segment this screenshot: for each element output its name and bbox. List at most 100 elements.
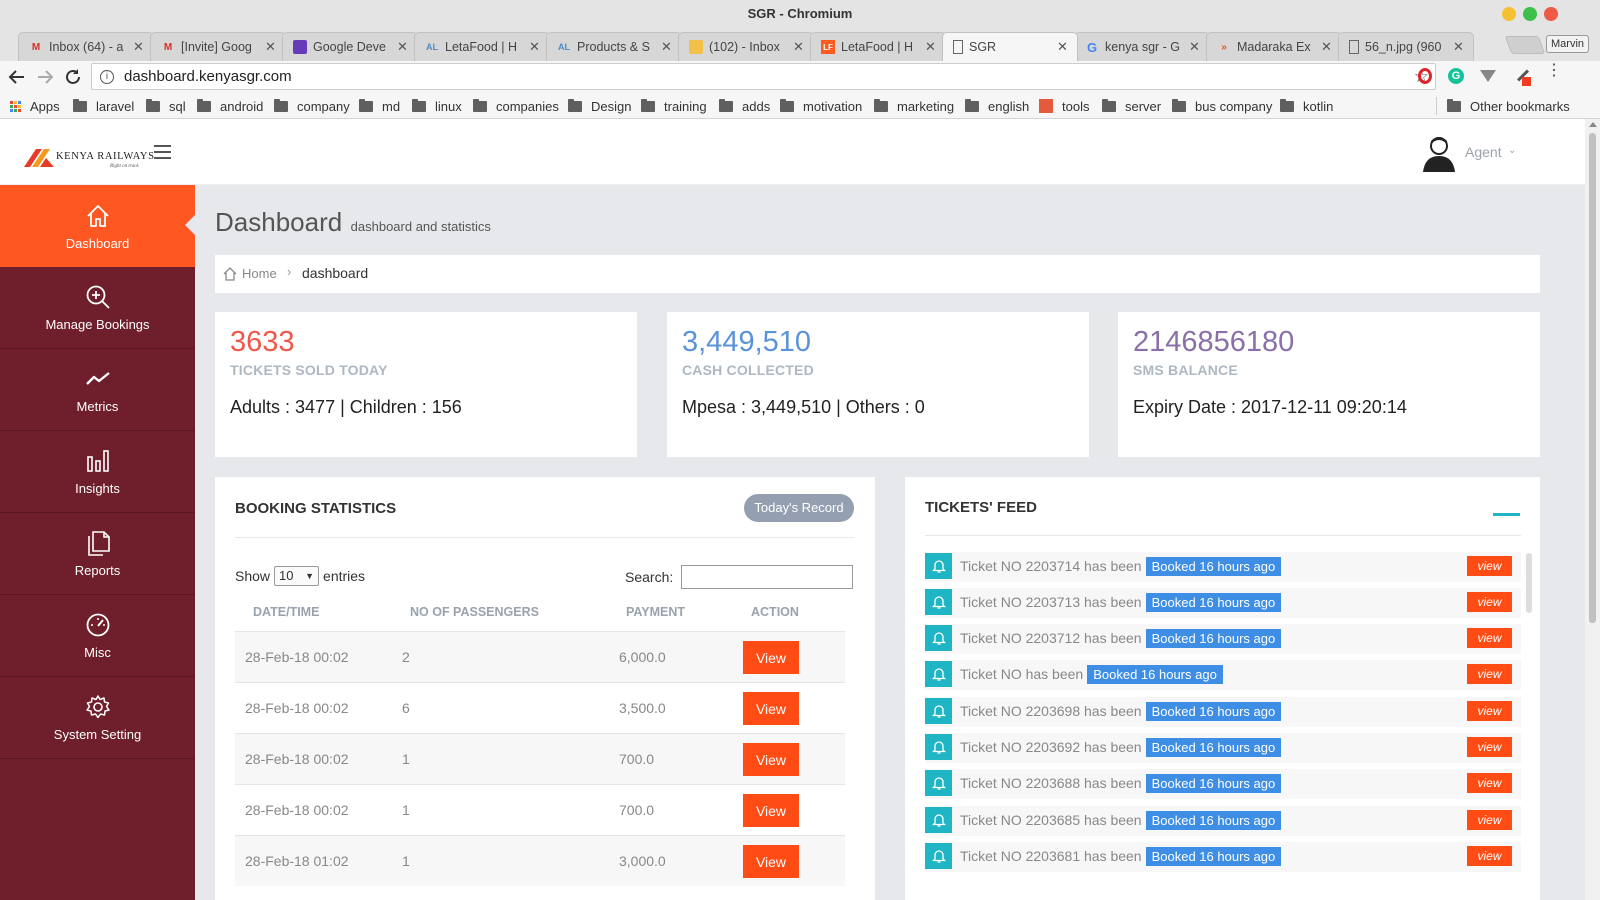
- browser-tab[interactable]: » Madaraka Ex ✕: [1206, 32, 1342, 61]
- close-tab-icon[interactable]: ✕: [925, 39, 937, 55]
- close-tab-icon[interactable]: ✕: [793, 39, 805, 55]
- forward-icon[interactable]: [36, 68, 54, 86]
- scrollbar-thumb[interactable]: [1589, 133, 1596, 623]
- feed-view-button[interactable]: view: [1467, 592, 1512, 612]
- opera-icon[interactable]: [1418, 68, 1432, 84]
- breadcrumb-home[interactable]: Home: [242, 266, 277, 281]
- profile-button[interactable]: Marvin: [1546, 35, 1590, 53]
- bookmark-folder[interactable]: kotlin: [1280, 97, 1333, 115]
- kenya-railways-logo[interactable]: KENYA RAILWAYS Right on track: [22, 143, 154, 173]
- home-icon[interactable]: [223, 267, 237, 281]
- sidebar-item-manage-bookings[interactable]: Manage Bookings: [0, 267, 195, 349]
- bookmark-apps[interactable]: Apps: [10, 97, 60, 115]
- bookmark-folder[interactable]: linux: [412, 97, 462, 115]
- bookmark-folder[interactable]: companies: [473, 97, 559, 115]
- close-tab-icon[interactable]: ✕: [661, 39, 673, 55]
- feed-view-button[interactable]: view: [1467, 810, 1512, 830]
- bookmark-folder[interactable]: android: [197, 97, 263, 115]
- browser-tab[interactable]: M Inbox (64) - a ✕: [18, 32, 154, 61]
- page-scrollbar[interactable]: [1585, 119, 1600, 900]
- sidebar-item-system-setting[interactable]: System Setting: [0, 677, 195, 759]
- bookmark-tools[interactable]: tools: [1039, 97, 1089, 115]
- feed-view-button[interactable]: view: [1467, 773, 1512, 793]
- browser-tab[interactable]: Gkenya sgr - G ✕: [1074, 32, 1210, 61]
- other-bookmarks[interactable]: Other bookmarks: [1436, 97, 1570, 115]
- column-header[interactable]: ACTION: [751, 605, 799, 619]
- eyedropper-icon[interactable]: [1514, 67, 1531, 86]
- feed-view-button[interactable]: view: [1467, 846, 1512, 866]
- bookmark-folder[interactable]: md: [359, 97, 400, 115]
- todays-record-button[interactable]: Today's Record: [744, 494, 854, 522]
- table-row: 28-Feb-18 01:02 1 3,000.0 View: [235, 835, 845, 886]
- column-header[interactable]: DATE/TIME: [253, 605, 319, 619]
- close-tab-icon[interactable]: ✕: [529, 39, 541, 55]
- browser-tab-active[interactable]: SGR ✕: [942, 32, 1078, 61]
- feed-view-button[interactable]: view: [1467, 664, 1512, 684]
- bookmark-label: Other bookmarks: [1470, 98, 1570, 114]
- bookmark-folder[interactable]: marketing: [874, 97, 954, 115]
- close-tab-icon[interactable]: ✕: [1057, 39, 1069, 55]
- collapse-icon[interactable]: [1493, 513, 1520, 516]
- view-button[interactable]: View: [743, 641, 799, 674]
- bookmark-folder[interactable]: motivation: [780, 97, 862, 115]
- feed-view-button[interactable]: view: [1467, 556, 1512, 576]
- vue-devtools-icon[interactable]: [1480, 70, 1496, 82]
- reload-icon[interactable]: [64, 68, 82, 86]
- sidebar-item-metrics[interactable]: Metrics: [0, 349, 195, 431]
- bookmark-folder[interactable]: sql: [146, 97, 186, 115]
- feed-view-button[interactable]: view: [1467, 737, 1512, 757]
- close-tab-icon[interactable]: ✕: [397, 39, 409, 55]
- minimize-button[interactable]: [1502, 7, 1516, 21]
- column-header[interactable]: NO OF PASSENGERS: [410, 605, 539, 619]
- bookmark-folder[interactable]: bus company: [1172, 97, 1272, 115]
- feed-view-button[interactable]: view: [1467, 701, 1512, 721]
- feed-view-button[interactable]: view: [1467, 628, 1512, 648]
- browser-tab[interactable]: (102) - Inbox ✕: [678, 32, 814, 61]
- bookmark-folder[interactable]: adds: [719, 97, 770, 115]
- back-icon[interactable]: [8, 68, 26, 86]
- bookmark-folder[interactable]: Design: [568, 97, 631, 115]
- browser-tab[interactable]: 56_n.jpg (960 ✕: [1338, 32, 1474, 61]
- info-icon[interactable]: i: [100, 69, 114, 84]
- browser-tab[interactable]: LF LetaFood | H ✕: [810, 32, 946, 61]
- close-tab-icon[interactable]: ✕: [1453, 39, 1465, 55]
- column-header[interactable]: PAYMENT: [626, 605, 685, 619]
- search-input[interactable]: [681, 565, 853, 589]
- browser-tab[interactable]: Google Deve ✕: [282, 32, 418, 61]
- feed-item: Ticket NO 2203714 has been Booked 16 hour…: [925, 552, 1521, 582]
- browser-tab[interactable]: AL Products & S ✕: [546, 32, 682, 61]
- bookmark-folder[interactable]: laravel: [73, 97, 134, 115]
- grammarly-icon[interactable]: G: [1448, 68, 1464, 84]
- view-button[interactable]: View: [743, 692, 799, 725]
- close-tab-icon[interactable]: ✕: [133, 39, 145, 55]
- menu-icon[interactable]: ⋮: [1546, 63, 1562, 79]
- close-tab-icon[interactable]: ✕: [1189, 39, 1201, 55]
- table-row: 28-Feb-18 00:02 1 700.0 View: [235, 784, 845, 835]
- bookmark-folder[interactable]: english: [965, 97, 1029, 115]
- booking-table-body: 28-Feb-18 00:02 2 6,000.0 View 28-Feb-18…: [235, 631, 855, 900]
- close-tab-icon[interactable]: ✕: [1321, 39, 1333, 55]
- browser-tab[interactable]: AL LetaFood | H ✕: [414, 32, 550, 61]
- user-menu[interactable]: Agent ⌄: [1421, 133, 1541, 173]
- sidebar-item-reports[interactable]: Reports: [0, 513, 195, 595]
- view-button[interactable]: View: [743, 794, 799, 827]
- browser-tab[interactable]: M [Invite] Goog ✕: [150, 32, 286, 61]
- close-tab-icon[interactable]: ✕: [265, 39, 277, 55]
- page-icon: [953, 40, 963, 54]
- entries-select[interactable]: 10 ▼: [274, 566, 320, 586]
- bookmark-folder[interactable]: server: [1102, 97, 1161, 115]
- sidebar-item-insights[interactable]: Insights: [0, 431, 195, 513]
- bookmark-folder[interactable]: training: [641, 97, 707, 115]
- maximize-button[interactable]: [1523, 7, 1537, 21]
- hamburger-menu-icon[interactable]: [154, 145, 171, 159]
- sidebar-item-misc[interactable]: Misc: [0, 595, 195, 677]
- sidebar-item-dashboard[interactable]: Dashboard: [0, 185, 195, 267]
- view-button[interactable]: View: [743, 845, 799, 878]
- address-bar[interactable]: i dashboard.kenyasgr.com ☆: [91, 63, 1436, 90]
- scroll-up-arrow-icon[interactable]: [1589, 122, 1597, 127]
- new-tab-button[interactable]: [1504, 36, 1546, 54]
- close-window-button[interactable]: [1544, 7, 1558, 21]
- cell-date: 28-Feb-18 00:02: [245, 649, 349, 665]
- view-button[interactable]: View: [743, 743, 799, 776]
- bookmark-folder[interactable]: company: [274, 97, 350, 115]
